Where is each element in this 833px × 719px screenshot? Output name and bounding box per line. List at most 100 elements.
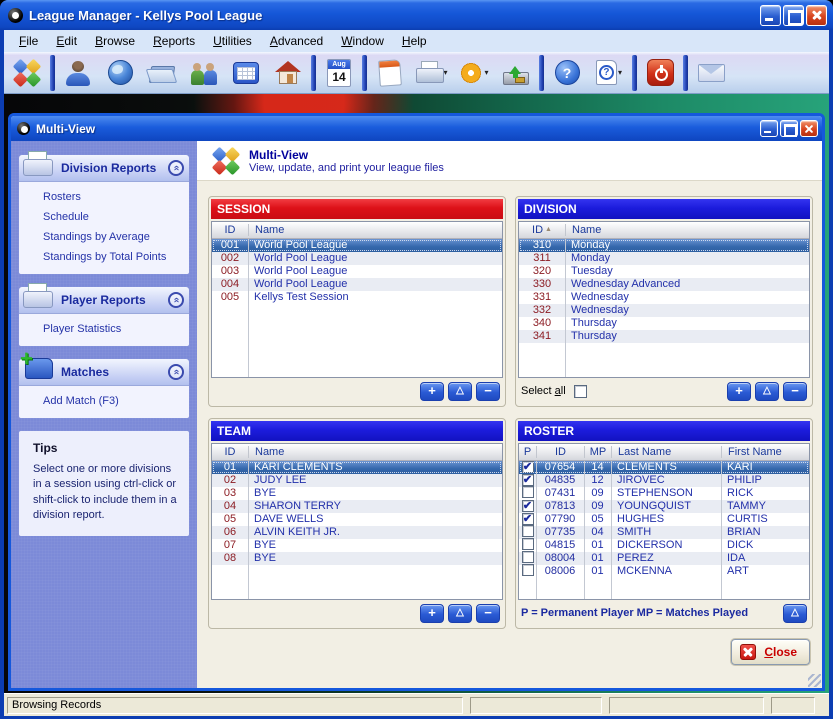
dropdown-arrow-icon[interactable]: ▾ xyxy=(618,68,622,77)
email-button[interactable] xyxy=(690,54,732,92)
division-delete-button[interactable]: − xyxy=(783,382,807,401)
sidebar-item[interactable]: Standings by Average xyxy=(19,227,189,247)
collapse-chevron-icon[interactable]: « xyxy=(168,160,184,176)
menu-reports[interactable]: Reports xyxy=(144,31,204,51)
sidebar-item[interactable]: Add Match (F3) xyxy=(19,391,189,411)
notes-button[interactable] xyxy=(369,54,411,92)
list-item[interactable]: 03BYE xyxy=(212,487,502,500)
list-item[interactable]: 330Wednesday Advanced xyxy=(519,278,809,291)
roster-row[interactable]: 0773504SMITHBRIAN xyxy=(519,526,809,539)
sidebar-item[interactable]: Schedule xyxy=(19,207,189,227)
column-header-last-name[interactable]: Last Name xyxy=(611,446,721,458)
sidebar-item[interactable]: Rosters xyxy=(19,187,189,207)
schedule-button[interactable] xyxy=(225,54,267,92)
checked-checkbox[interactable]: ✔ xyxy=(522,513,534,525)
roster-edit-button[interactable]: △ xyxy=(783,604,807,623)
resize-grip[interactable] xyxy=(808,674,821,687)
help-button[interactable]: ? xyxy=(546,54,588,92)
list-item[interactable]: 06ALVIN KEITH JR. xyxy=(212,526,502,539)
roster-row[interactable]: 0800601MCKENNAART xyxy=(519,565,809,578)
team-edit-button[interactable]: △ xyxy=(448,604,472,623)
backup-button[interactable] xyxy=(495,54,537,92)
child-minimize-button[interactable] xyxy=(760,120,778,137)
players-button[interactable] xyxy=(57,54,99,92)
minimize-button[interactable] xyxy=(760,5,781,26)
home-button[interactable] xyxy=(267,54,309,92)
list-item[interactable]: 003World Pool League xyxy=(212,265,502,278)
menu-file[interactable]: File xyxy=(10,31,47,51)
roster-row[interactable]: ✔0781309YOUNGQUISTTAMMY xyxy=(519,500,809,513)
menu-window[interactable]: Window xyxy=(332,31,393,51)
list-item[interactable]: 311Monday xyxy=(519,252,809,265)
menu-utilities[interactable]: Utilities xyxy=(204,31,261,51)
sidebar-item[interactable]: Player Statistics xyxy=(19,319,189,339)
column-header-mp[interactable]: MP xyxy=(584,446,611,458)
unchecked-checkbox[interactable] xyxy=(522,525,534,537)
roster-row[interactable]: ✔0483512JIROVECPHILIP xyxy=(519,474,809,487)
menu-edit[interactable]: Edit xyxy=(47,31,86,51)
teams-button[interactable] xyxy=(183,54,225,92)
roster-row[interactable]: ✔0765414CLEMENTSKARI xyxy=(519,461,809,474)
column-header-name[interactable]: Name xyxy=(565,224,809,236)
list-item[interactable]: 004World Pool League xyxy=(212,278,502,291)
session-add-button[interactable]: + xyxy=(420,382,444,401)
roster-row[interactable]: 0800401PEREZIDA xyxy=(519,552,809,565)
unchecked-checkbox[interactable] xyxy=(522,538,534,550)
list-item[interactable]: 320Tuesday xyxy=(519,265,809,278)
column-header-id[interactable]: ID xyxy=(212,446,248,458)
unchecked-checkbox[interactable] xyxy=(522,564,534,576)
unchecked-checkbox[interactable] xyxy=(522,486,534,498)
open-button[interactable] xyxy=(141,54,183,92)
print-button[interactable]: ▾ xyxy=(411,54,453,92)
checked-checkbox[interactable]: ✔ xyxy=(522,500,534,512)
team-add-button[interactable]: + xyxy=(420,604,444,623)
column-header-id[interactable]: ID xyxy=(212,224,248,236)
exit-button[interactable] xyxy=(639,54,681,92)
list-item[interactable]: 08BYE xyxy=(212,552,502,565)
list-item[interactable]: 002World Pool League xyxy=(212,252,502,265)
list-item[interactable]: 05DAVE WELLS xyxy=(212,513,502,526)
child-close-button[interactable] xyxy=(800,120,818,137)
collapse-chevron-icon[interactable]: « xyxy=(168,292,184,308)
division-edit-button[interactable]: △ xyxy=(755,382,779,401)
dropdown-arrow-icon[interactable]: ▾ xyxy=(484,68,488,77)
roster-row[interactable]: 0743109STEPHENSONRICK xyxy=(519,487,809,500)
team-delete-button[interactable]: − xyxy=(476,604,500,623)
maximize-button[interactable] xyxy=(783,5,804,26)
sidebar-group-header[interactable]: Player Reports« xyxy=(19,287,189,314)
column-header-id[interactable]: ID▲ xyxy=(519,224,565,236)
menu-browse[interactable]: Browse xyxy=(86,31,144,51)
select-all-checkbox[interactable] xyxy=(574,385,587,398)
close-window-button[interactable] xyxy=(806,5,827,26)
dropdown-arrow-icon[interactable]: ▾ xyxy=(443,68,447,77)
session-list[interactable]: IDName 001World Pool League002World Pool… xyxy=(211,221,503,378)
team-list[interactable]: IDName 01KARI CLEMENTS02JUDY LEE03BYE04S… xyxy=(211,443,503,600)
list-item[interactable]: 02JUDY LEE xyxy=(212,474,502,487)
column-header-id[interactable]: ID xyxy=(536,446,584,458)
web-button[interactable] xyxy=(99,54,141,92)
calendar-button[interactable]: Aug 14 xyxy=(318,54,360,92)
menu-advanced[interactable]: Advanced xyxy=(261,31,332,51)
roster-row[interactable]: ✔0779005HUGHESCURTIS xyxy=(519,513,809,526)
sidebar-item[interactable]: Standings by Total Points xyxy=(19,247,189,267)
column-header-p[interactable]: P xyxy=(519,446,536,458)
sidebar-group-header[interactable]: Division Reports« xyxy=(19,155,189,182)
multiview-button[interactable] xyxy=(6,54,48,92)
settings-button[interactable]: ▾ xyxy=(453,54,495,92)
column-header-name[interactable]: Name xyxy=(248,446,502,458)
list-item[interactable]: 331Wednesday xyxy=(519,291,809,304)
checked-checkbox[interactable]: ✔ xyxy=(522,474,534,486)
list-item[interactable]: 341Thursday xyxy=(519,330,809,343)
column-header-name[interactable]: Name xyxy=(248,224,502,236)
list-item[interactable]: 001World Pool League xyxy=(212,239,502,252)
close-button[interactable]: Close xyxy=(731,639,810,665)
list-item[interactable]: 04SHARON TERRY xyxy=(212,500,502,513)
list-item[interactable]: 005Kellys Test Session xyxy=(212,291,502,304)
session-delete-button[interactable]: − xyxy=(476,382,500,401)
roster-row[interactable]: 0481501DICKERSONDICK xyxy=(519,539,809,552)
roster-list[interactable]: PIDMPLast NameFirst Name ✔0765414CLEMENT… xyxy=(518,443,810,600)
checked-checkbox[interactable]: ✔ xyxy=(522,461,534,473)
list-item[interactable]: 340Thursday xyxy=(519,317,809,330)
list-item[interactable]: 332Wednesday xyxy=(519,304,809,317)
list-item[interactable]: 01KARI CLEMENTS xyxy=(212,461,502,474)
